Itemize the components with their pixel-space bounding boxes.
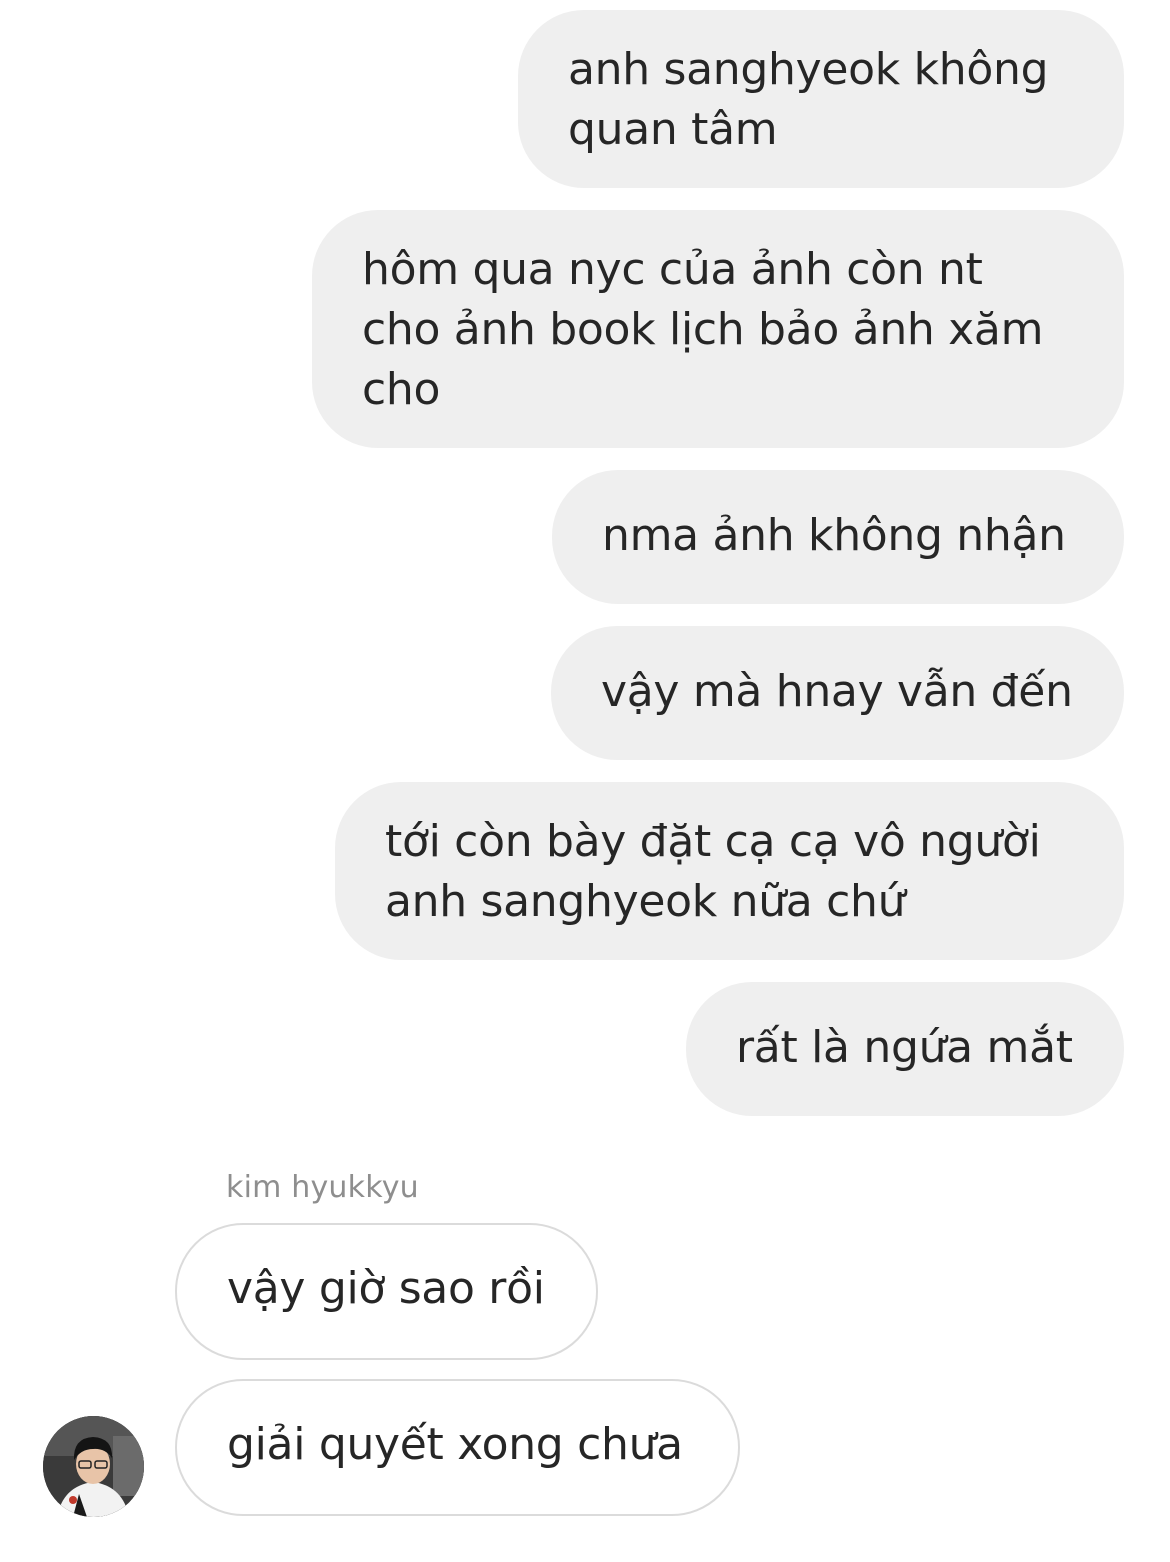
chat-thread: anh sanghyeok không quan tâm hôm qua nyc… bbox=[0, 0, 1170, 1562]
sender-name: kim hyukkyu bbox=[226, 1170, 419, 1205]
outgoing-message[interactable]: rất là ngứa mắt bbox=[686, 982, 1124, 1116]
outgoing-message[interactable]: vậy mà hnay vẫn đến bbox=[551, 626, 1124, 760]
outgoing-message[interactable]: anh sanghyeok không quan tâm bbox=[518, 10, 1124, 188]
incoming-message[interactable]: giải quyết xong chưa bbox=[175, 1379, 740, 1516]
outgoing-message[interactable]: nma ảnh không nhận bbox=[552, 470, 1124, 604]
avatar[interactable] bbox=[43, 1416, 144, 1517]
outgoing-message[interactable]: tới còn bày đặt cạ cạ vô người anh sangh… bbox=[335, 782, 1124, 960]
outgoing-message[interactable]: hôm qua nyc của ảnh còn nt cho ảnh book … bbox=[312, 210, 1124, 448]
incoming-message[interactable]: vậy giờ sao rồi bbox=[175, 1223, 598, 1360]
profile-photo-icon bbox=[43, 1416, 144, 1517]
